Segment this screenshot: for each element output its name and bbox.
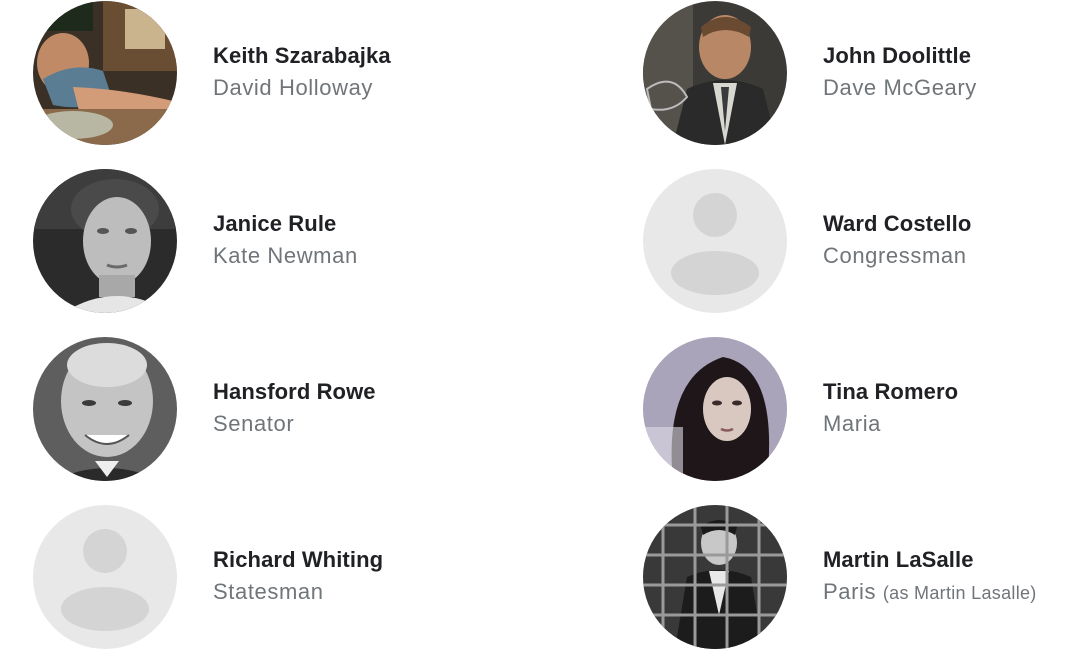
- cast-card-tina-romero[interactable]: Tina Romero Maria: [643, 336, 1069, 482]
- avatar[interactable]: [33, 169, 177, 313]
- character-name: Maria: [823, 411, 882, 436]
- placeholder-person-icon: [643, 169, 787, 313]
- cast-card-martin-lasalle[interactable]: Martin LaSalle Paris (as Martin Lasalle): [643, 504, 1069, 650]
- cast-card-ward-costello[interactable]: Ward Costello Congressman: [643, 168, 1069, 314]
- cast-card-keith-szarabajka[interactable]: Keith Szarabajka David Holloway: [0, 0, 440, 146]
- role-note: (as Martin Lasalle): [882, 582, 1037, 603]
- actor-photo: [643, 505, 787, 649]
- actor-name[interactable]: Tina Romero: [823, 377, 958, 407]
- actor-name[interactable]: Ward Costello: [823, 209, 971, 239]
- actor-name[interactable]: John Doolittle: [823, 41, 977, 71]
- cast-grid: Keith Szarabajka David Holloway Janice R…: [0, 0, 1069, 658]
- placeholder-person-icon: [33, 505, 177, 649]
- actor-photo: [33, 337, 177, 481]
- character-name: Senator: [213, 411, 295, 436]
- actor-name[interactable]: Keith Szarabajka: [213, 41, 391, 71]
- actor-name[interactable]: Janice Rule: [213, 209, 358, 239]
- actor-name[interactable]: Hansford Rowe: [213, 377, 376, 407]
- actor-photo: [33, 169, 177, 313]
- avatar[interactable]: [33, 337, 177, 481]
- character-name: Dave McGeary: [823, 75, 977, 100]
- avatar[interactable]: [33, 505, 177, 649]
- actor-photo: [643, 337, 787, 481]
- actor-name[interactable]: Martin LaSalle: [823, 545, 1037, 575]
- character-name: Kate Newman: [213, 243, 358, 268]
- avatar[interactable]: [33, 1, 177, 145]
- cast-card-janice-rule[interactable]: Janice Rule Kate Newman: [0, 168, 440, 314]
- avatar[interactable]: [643, 1, 787, 145]
- actor-photo: [33, 1, 177, 145]
- cast-card-john-doolittle[interactable]: John Doolittle Dave McGeary: [643, 0, 1069, 146]
- cast-card-richard-whiting[interactable]: Richard Whiting Statesman: [0, 504, 440, 650]
- character-name: Paris (as Martin Lasalle): [823, 578, 1037, 604]
- actor-photo: [643, 1, 787, 145]
- character-name: David Holloway: [213, 75, 374, 100]
- character-name: Statesman: [213, 579, 324, 604]
- avatar[interactable]: [643, 505, 787, 649]
- avatar[interactable]: [643, 337, 787, 481]
- cast-card-hansford-rowe[interactable]: Hansford Rowe Senator: [0, 336, 440, 482]
- character-name: Congressman: [823, 243, 967, 268]
- avatar[interactable]: [643, 169, 787, 313]
- actor-name[interactable]: Richard Whiting: [213, 545, 383, 575]
